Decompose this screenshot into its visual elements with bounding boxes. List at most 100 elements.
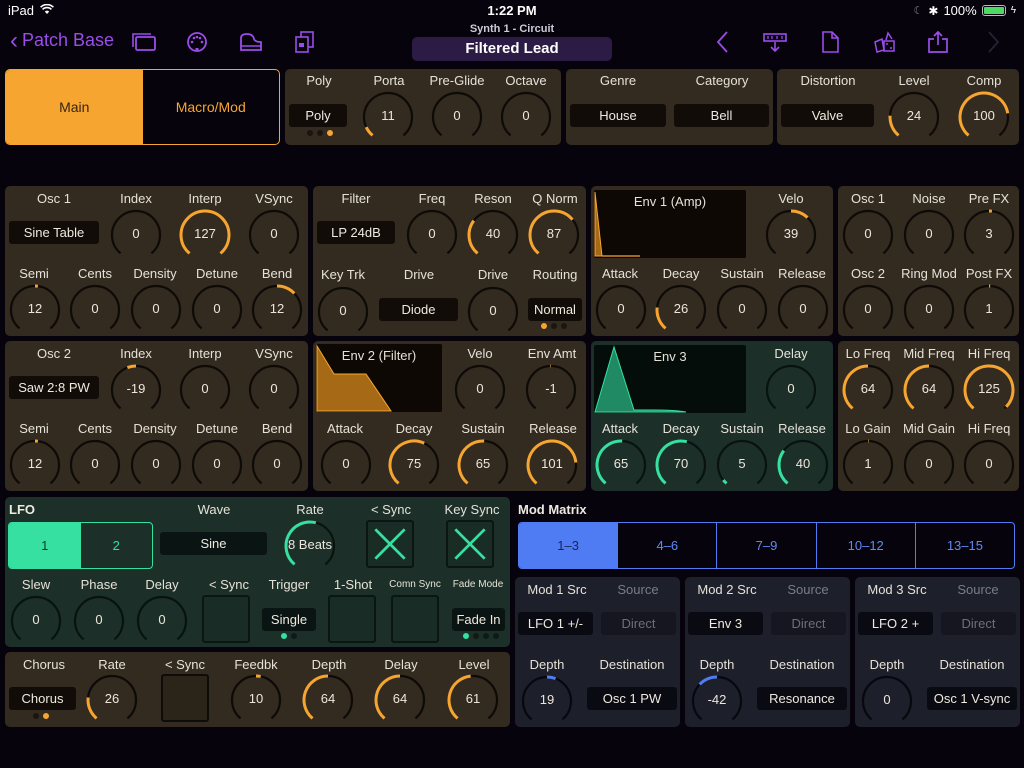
mix-prefx-knob[interactable]: 3 [962,208,1016,262]
dice-icon[interactable] [872,30,898,54]
osc1-index-knob[interactable]: 0 [109,208,163,262]
lfo-oneshot-checkbox[interactable] [328,595,376,643]
osc2-index-knob[interactable]: -19 [109,363,163,417]
mod1-dest-select[interactable]: Osc 1 PW [587,687,677,710]
genre-select[interactable]: House [570,104,666,127]
eq-higain-knob[interactable]: 0 [962,438,1016,492]
midi-icon[interactable] [184,30,210,54]
chevron-left-icon[interactable] [710,30,736,54]
osc1-cents-knob[interactable]: 0 [68,283,122,337]
env3-attack-knob[interactable]: 65 [594,438,648,492]
mix-postfx-knob[interactable]: 1 [962,283,1016,337]
piano-icon[interactable] [238,30,264,54]
mod-tab-7-9[interactable]: 7–9 [716,523,815,568]
env3-decay-knob[interactable]: 70 [654,438,708,492]
mod-tab-1-3[interactable]: 1–3 [519,523,618,568]
filter-type-select[interactable]: LP 24dB [317,221,395,244]
env3-release-knob[interactable]: 40 [776,438,830,492]
lfo-rate-knob[interactable]: 8 Beats [283,519,337,573]
tab-macro-mod[interactable]: Macro/Mod [143,70,280,144]
preglide-knob[interactable]: 0 [430,90,484,144]
osc2-detune-knob[interactable]: 0 [190,438,244,492]
lfo-delay-knob[interactable]: 0 [135,594,189,648]
chorus-depth-knob[interactable]: 64 [301,673,355,727]
mix-osc2-knob[interactable]: 0 [841,283,895,337]
osc2-semi-knob[interactable]: 12 [8,438,62,492]
mix-ringmod-knob[interactable]: 0 [902,283,956,337]
tab-main[interactable]: Main [6,70,143,144]
category-select[interactable]: Bell [674,104,769,127]
mod2-source-select[interactable]: Direct [771,612,846,635]
chorus-feedbk-knob[interactable]: 10 [229,673,283,727]
env2-attack-knob[interactable]: 0 [319,438,373,492]
osc1-detune-knob[interactable]: 0 [190,283,244,337]
lfo-phase-knob[interactable]: 0 [72,594,126,648]
routing-select[interactable]: Normal [528,298,582,321]
osc2-density-knob[interactable]: 0 [129,438,183,492]
env3-delay-knob[interactable]: 0 [764,363,818,417]
mod-tab-10-12[interactable]: 10–12 [815,523,915,568]
lfo-delay-sync-checkbox[interactable] [202,595,250,643]
osc2-vsync-knob[interactable]: 0 [247,363,301,417]
mod-tab-13-15[interactable]: 13–15 [914,523,1014,568]
eq-midfreq-knob[interactable]: 64 [902,363,956,417]
osc1-vsync-knob[interactable]: 0 [247,208,301,262]
new-document-icon[interactable] [817,30,843,54]
keytrk-knob[interactable]: 0 [316,285,370,339]
mod1-source-select[interactable]: Direct [601,612,676,635]
lfo-tab-1[interactable]: 1 [9,523,81,568]
distortion-select[interactable]: Valve [781,104,874,127]
mix-osc1-knob[interactable]: 0 [841,208,895,262]
freq-knob[interactable]: 0 [405,208,459,262]
osc2-wave-select[interactable]: Saw 2:8 PW [9,376,99,399]
qnorm-knob[interactable]: 87 [527,208,581,262]
mod1-src-select[interactable]: LFO 1 +/- [518,612,593,635]
lfo-wave-select[interactable]: Sine [160,532,267,555]
mod3-src-select[interactable]: LFO 2 + [858,612,933,635]
mod3-dest-select[interactable]: Osc 1 V-sync [927,687,1017,710]
lfo-fademode-select[interactable]: Fade In [452,608,505,631]
eq-midgain-knob[interactable]: 0 [902,438,956,492]
lfo-keysync-checkbox[interactable] [446,520,494,568]
eq-hifreq-knob[interactable]: 125 [962,363,1016,417]
documents-icon[interactable] [292,30,318,54]
env2-sustain-knob[interactable]: 65 [456,438,510,492]
osc1-interp-knob[interactable]: 127 [178,208,232,262]
back-button[interactable]: ‹ Patch Base [10,28,114,52]
env1-decay-knob[interactable]: 26 [654,283,708,337]
env2-decay-knob[interactable]: 75 [387,438,441,492]
reson-knob[interactable]: 40 [466,208,520,262]
comp-knob[interactable]: 100 [957,90,1011,144]
osc2-bend-knob[interactable]: 0 [250,438,304,492]
env1-release-knob[interactable]: 0 [776,283,830,337]
osc1-bend-knob[interactable]: 12 [250,283,304,337]
share-icon[interactable] [925,30,951,54]
drive-type-select[interactable]: Diode [379,298,458,321]
lfo-trigger-select[interactable]: Single [262,608,316,631]
env1-attack-knob[interactable]: 0 [594,283,648,337]
env2-envamt-knob[interactable]: -1 [524,363,578,417]
load-icon[interactable] [762,30,788,54]
chorus-delay-knob[interactable]: 64 [373,673,427,727]
lfo-slew-knob[interactable]: 0 [9,594,63,648]
level-knob[interactable]: 24 [887,90,941,144]
chorus-level-knob[interactable]: 61 [446,673,500,727]
osc1-semi-knob[interactable]: 12 [8,283,62,337]
mod3-depth-knob[interactable]: 0 [860,674,914,728]
chorus-sync-checkbox[interactable] [161,674,209,722]
osc2-interp-knob[interactable]: 0 [178,363,232,417]
porta-knob[interactable]: 11 [361,90,415,144]
env1-sustain-knob[interactable]: 0 [715,283,769,337]
chorus-type-select[interactable]: Chorus [9,687,76,710]
env2-velo-knob[interactable]: 0 [453,363,507,417]
osc1-wave-select[interactable]: Sine Table [9,221,99,244]
mod2-depth-knob[interactable]: -42 [690,674,744,728]
windows-icon[interactable] [131,30,157,54]
mod2-src-select[interactable]: Env 3 [688,612,763,635]
osc2-cents-knob[interactable]: 0 [68,438,122,492]
mix-noise-knob[interactable]: 0 [902,208,956,262]
mod1-depth-knob[interactable]: 19 [520,674,574,728]
env1-velo-knob[interactable]: 39 [764,208,818,262]
chevron-right-icon[interactable] [980,30,1006,54]
lfo-comnsync-checkbox[interactable] [391,595,439,643]
